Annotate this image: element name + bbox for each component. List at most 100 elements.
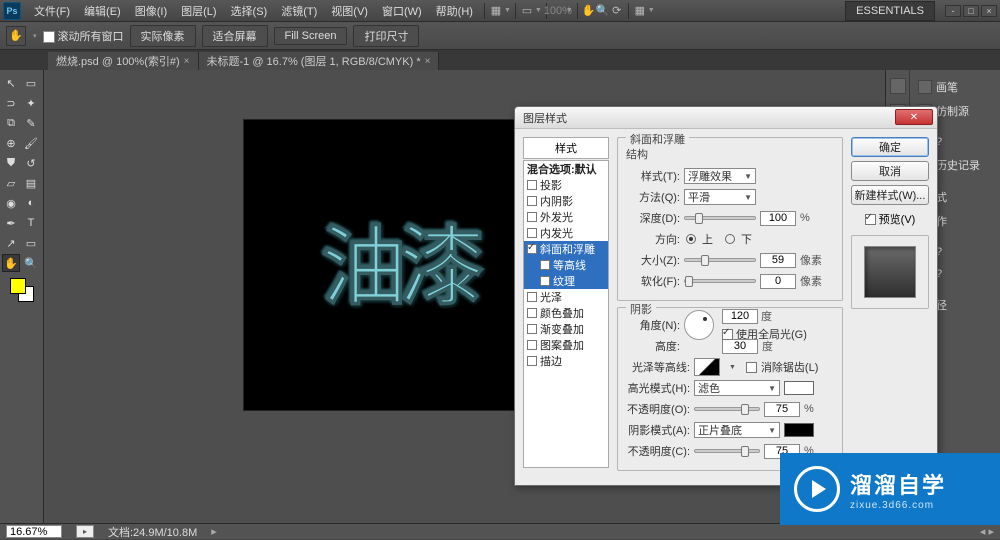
menu-file[interactable]: 文件(F) (27, 0, 77, 22)
fill-screen-button[interactable]: Fill Screen (274, 27, 348, 45)
shadow-opacity-slider[interactable] (694, 449, 760, 453)
style-row[interactable]: 描边 (524, 353, 608, 369)
style-row[interactable]: 投影 (524, 177, 608, 193)
hand-icon[interactable]: ✋ (582, 4, 596, 18)
menu-help[interactable]: 帮助(H) (429, 0, 480, 22)
menu-edit[interactable]: 编辑(E) (77, 0, 128, 22)
wand-tool[interactable]: ✦ (22, 94, 40, 112)
marquee-tool[interactable]: ▭ (22, 74, 40, 92)
color-swatches[interactable] (10, 278, 34, 302)
soften-input[interactable] (760, 274, 796, 289)
technique-combo[interactable]: 平滑▼ (684, 189, 756, 205)
style-row[interactable]: 纹理 (524, 273, 608, 289)
global-light-checkbox[interactable] (722, 329, 733, 340)
angle-dial[interactable] (684, 310, 714, 340)
window-close[interactable]: × (981, 5, 997, 17)
eraser-tool[interactable]: ▱ (2, 174, 20, 192)
heal-tool[interactable]: ⊕ (2, 134, 20, 152)
cancel-button[interactable]: 取消 (851, 161, 929, 181)
style-combo[interactable]: 浮雕效果▼ (684, 168, 756, 184)
close-tab-icon[interactable]: × (425, 56, 431, 67)
styles-header[interactable]: 样式 (523, 137, 609, 159)
style-checkbox[interactable] (527, 292, 537, 302)
style-checkbox[interactable] (540, 260, 550, 270)
window-minimize[interactable]: - (945, 5, 961, 17)
style-row[interactable]: 内发光 (524, 225, 608, 241)
ok-button[interactable]: 确定 (851, 137, 929, 157)
depth-slider[interactable] (684, 216, 756, 220)
style-row[interactable]: 等高线 (524, 257, 608, 273)
menu-view[interactable]: 视图(V) (324, 0, 375, 22)
style-row[interactable]: 内阴影 (524, 193, 608, 209)
panel-icon[interactable] (890, 78, 906, 94)
size-slider[interactable] (684, 258, 756, 262)
style-checkbox[interactable] (540, 276, 550, 286)
altitude-input[interactable] (722, 339, 758, 354)
crop-tool[interactable]: ⧉ (2, 114, 20, 132)
shape-tool[interactable]: ▭ (22, 234, 40, 252)
direction-down-radio[interactable] (725, 234, 735, 244)
dialog-close-button[interactable]: ✕ (895, 109, 933, 125)
style-row[interactable]: 图案叠加 (524, 337, 608, 353)
document-tab[interactable]: 未标题-1 @ 16.7% (图层 1, RGB/8/CMYK) *× (199, 52, 440, 70)
screen-mode-icon[interactable]: ▭ (520, 4, 534, 18)
style-row[interactable]: 颜色叠加 (524, 305, 608, 321)
style-row[interactable]: 光泽 (524, 289, 608, 305)
gloss-contour-picker[interactable] (694, 358, 720, 376)
document-tab[interactable]: 燃烧.psd @ 100%(索引#)× (48, 52, 199, 70)
zoom-tool[interactable]: 🔍 (22, 254, 40, 272)
zoom-icon[interactable]: 🔍 (596, 4, 610, 18)
depth-input[interactable] (760, 211, 796, 226)
new-style-button[interactable]: 新建样式(W)... (851, 185, 929, 205)
direction-up-radio[interactable] (686, 234, 696, 244)
style-row[interactable]: 外发光 (524, 209, 608, 225)
dialog-titlebar[interactable]: 图层样式 ✕ (515, 107, 937, 129)
style-checkbox[interactable] (527, 212, 537, 222)
style-checkbox[interactable] (527, 180, 537, 190)
actual-pixels-button[interactable]: 实际像素 (130, 25, 196, 47)
pen-tool[interactable]: ✒ (2, 214, 20, 232)
zoom-dropdown[interactable]: ▸ (76, 525, 94, 538)
history-brush-tool[interactable]: ↺ (22, 154, 40, 172)
highlight-color-chip[interactable] (784, 381, 814, 395)
preview-checkbox[interactable] (865, 214, 876, 225)
menu-image[interactable]: 图像(I) (128, 0, 174, 22)
launch-bridge-icon[interactable]: ▦ (489, 4, 503, 18)
move-tool[interactable]: ↖ (2, 74, 20, 92)
close-tab-icon[interactable]: × (184, 56, 190, 67)
highlight-opacity-input[interactable] (764, 402, 800, 417)
style-checkbox[interactable] (527, 196, 537, 206)
style-checkbox[interactable] (527, 244, 537, 254)
path-tool[interactable]: ↗ (2, 234, 20, 252)
antialias-checkbox[interactable] (746, 362, 757, 373)
scroll-all-option[interactable]: 滚动所有窗口 (43, 28, 124, 44)
shadow-mode-combo[interactable]: 正片叠底▼ (694, 422, 780, 438)
highlight-mode-combo[interactable]: 滤色▼ (694, 380, 780, 396)
soften-slider[interactable] (684, 279, 756, 283)
menu-filter[interactable]: 滤镜(T) (274, 0, 324, 22)
fit-screen-button[interactable]: 适合屏幕 (202, 25, 268, 47)
hand-tool[interactable]: ✋ (2, 254, 20, 272)
blend-options-row[interactable]: 混合选项:默认 (524, 161, 608, 177)
menu-window[interactable]: 窗口(W) (375, 0, 429, 22)
brush-tool[interactable]: 🖌 (22, 134, 40, 152)
canvas[interactable]: 油漆 (244, 120, 554, 410)
lasso-tool[interactable]: ⊃ (2, 94, 20, 112)
print-size-button[interactable]: 打印尺寸 (353, 25, 419, 47)
eyedropper-tool[interactable]: ✎ (22, 114, 40, 132)
menu-layer[interactable]: 图层(L) (174, 0, 223, 22)
dodge-tool[interactable]: ◐ (22, 194, 40, 212)
panel-brush[interactable]: 画笔 (914, 76, 996, 98)
style-checkbox[interactable] (527, 324, 537, 334)
tool-preset-icon[interactable]: ✋ (6, 26, 26, 46)
style-checkbox[interactable] (527, 308, 537, 318)
workspace-switcher[interactable]: ESSENTIALS (845, 1, 935, 21)
type-tool[interactable]: T (22, 214, 40, 232)
gradient-tool[interactable]: ▤ (22, 174, 40, 192)
zoom-input[interactable] (6, 525, 62, 538)
arrange-icon[interactable]: ▦ (633, 4, 647, 18)
style-row[interactable]: 渐变叠加 (524, 321, 608, 337)
size-input[interactable] (760, 253, 796, 268)
style-checkbox[interactable] (527, 340, 537, 350)
rotate-icon[interactable]: ⟳ (610, 4, 624, 18)
